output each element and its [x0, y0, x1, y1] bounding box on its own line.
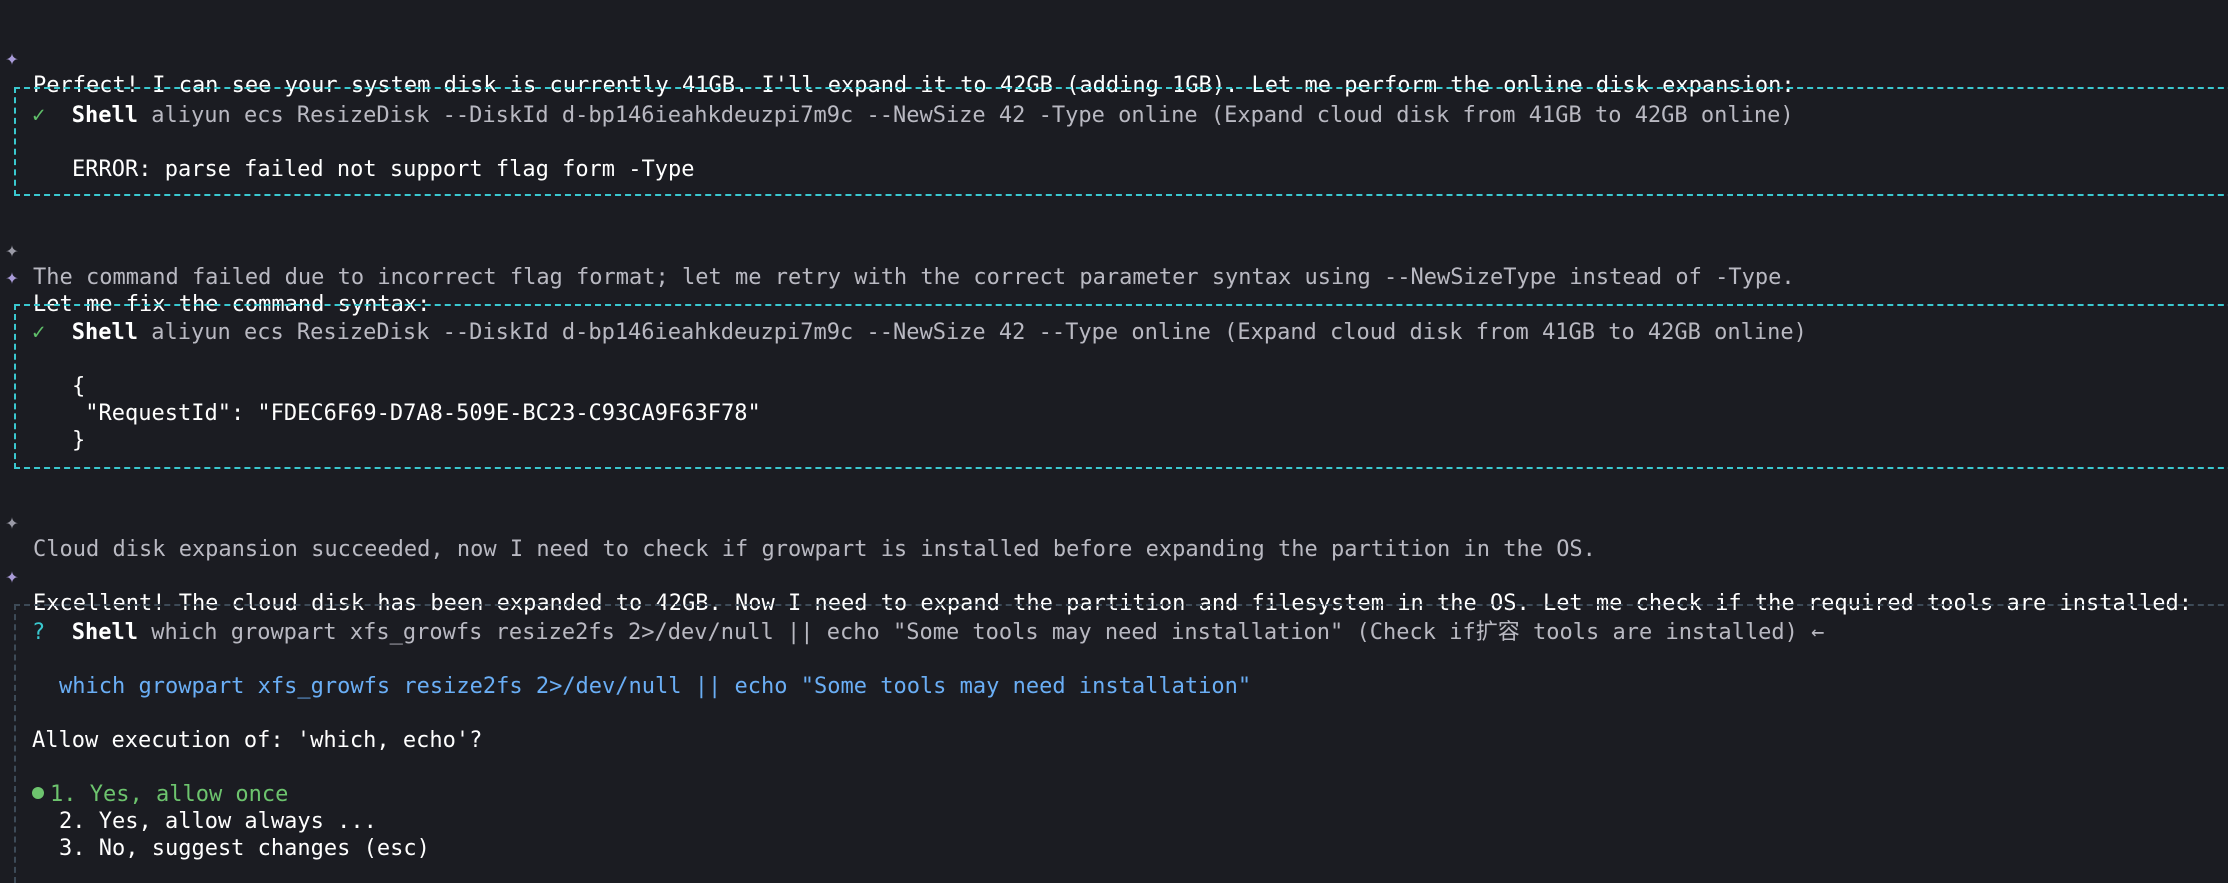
tool-call-header: ✓ Shell aliyun ecs ResizeDisk --DiskId d…: [32, 102, 1794, 129]
tool-output-line: "RequestId": "FDEC6F69-D7A8-509E-BC23-C9…: [72, 401, 761, 426]
assistant-message: ✦ Excellent! The cloud disk has been exp…: [0, 536, 2192, 616]
tool-name: Shell: [71, 320, 138, 345]
tool-call-header: ? Shell which growpart xfs_growfs resize…: [32, 619, 1824, 646]
selected-indicator-icon: [32, 787, 44, 799]
tool-output-line: }: [72, 428, 86, 453]
return-arrow-icon: ←: [1811, 620, 1825, 645]
tool-command: which growpart xfs_growfs resize2fs 2>/d…: [151, 620, 1798, 645]
tool-name: Shell: [71, 620, 138, 645]
check-icon: ✓: [32, 320, 46, 345]
tool-output-line: {: [72, 374, 86, 399]
sparkle-icon: ✦: [5, 564, 19, 589]
option-allow-once[interactable]: 1. Yes, allow once: [32, 781, 288, 808]
assistant-message: ✦ Perfect! I can see your system disk is…: [0, 18, 1794, 98]
tool-output: ERROR: parse failed not support flag for…: [72, 157, 695, 182]
tool-call-box-1: ✓ Shell aliyun ecs ResizeDisk --DiskId d…: [14, 87, 2228, 196]
message-text: The command failed due to incorrect flag…: [33, 265, 1795, 290]
permission-question: Allow execution of: 'which, echo'?: [32, 728, 483, 753]
assistant-thought: ✦ The command failed due to incorrect fl…: [0, 210, 1794, 290]
sparkle-icon: ✦: [5, 510, 19, 535]
tool-command: aliyun ecs ResizeDisk --DiskId d-bp146ie…: [151, 103, 1794, 128]
check-icon: ✓: [32, 103, 46, 128]
sparkle-icon: ✦: [5, 46, 19, 71]
option-label: 1. Yes, allow once: [50, 782, 289, 807]
assistant-message: ✦ Let me fix the command syntax:: [0, 237, 430, 317]
question-icon: ?: [32, 620, 46, 645]
sparkle-icon: ✦: [5, 265, 19, 290]
message-text: Cloud disk expansion succeeded, now I ne…: [33, 537, 1596, 562]
assistant-thought: ✦ Cloud disk expansion succeeded, now I …: [0, 482, 1596, 562]
command-preview: which growpart xfs_growfs resize2fs 2>/d…: [59, 674, 1252, 699]
permission-prompt-box: ? Shell which growpart xfs_growfs resize…: [14, 604, 2228, 883]
option-suggest-changes[interactable]: 3. No, suggest changes (esc): [59, 835, 430, 862]
tool-command: aliyun ecs ResizeDisk --DiskId d-bp146ie…: [151, 320, 1807, 345]
option-allow-always[interactable]: 2. Yes, allow always ...: [59, 808, 377, 835]
tool-call-header: ✓ Shell aliyun ecs ResizeDisk --DiskId d…: [32, 319, 1807, 346]
tool-call-box-2: ✓ Shell aliyun ecs ResizeDisk --DiskId d…: [14, 304, 2228, 469]
tool-name: Shell: [71, 103, 138, 128]
